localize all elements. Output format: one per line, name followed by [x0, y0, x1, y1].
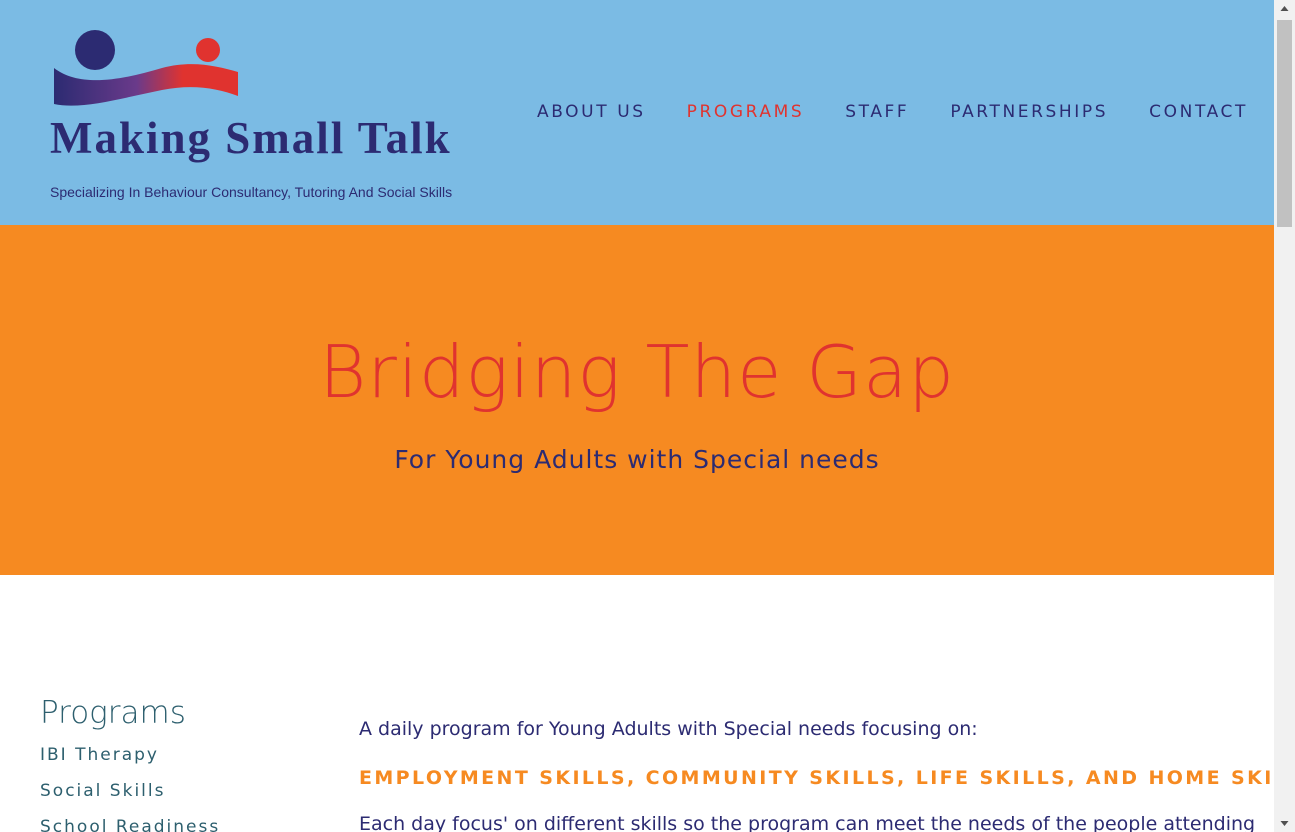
sidebar-link-school-readiness[interactable]: School Readiness: [40, 817, 300, 832]
site-logo[interactable]: Making Small Talk Specializing In Behavi…: [48, 26, 498, 206]
two-figures-wave-logo-icon: [54, 30, 238, 106]
program-intro: A daily program for Young Adults with Sp…: [359, 718, 978, 740]
triangle-down-icon[interactable]: [1274, 814, 1295, 832]
scrollbar-thumb[interactable]: [1277, 20, 1292, 227]
main-nav: ABOUT US PROGRAMS STAFF PARTNERSHIPS CON…: [537, 102, 1248, 122]
nav-about-us[interactable]: ABOUT US: [537, 102, 646, 122]
hero-subtitle: For Young Adults with Special needs: [394, 445, 880, 474]
sidebar-link-ibi-therapy[interactable]: IBI Therapy: [40, 745, 300, 765]
site-header: Making Small Talk Specializing In Behavi…: [0, 0, 1274, 225]
triangle-up-icon[interactable]: [1274, 0, 1295, 18]
page: Making Small Talk Specializing In Behavi…: [0, 0, 1274, 832]
nav-partnerships[interactable]: PARTNERSHIPS: [950, 102, 1108, 122]
hero-title: Bridging The Gap: [319, 330, 955, 414]
sidebar-title: Programs: [40, 695, 186, 731]
sidebar-link-social-skills[interactable]: Social Skills: [40, 781, 300, 801]
nav-contact[interactable]: CONTACT: [1149, 102, 1248, 122]
skills-heading: EMPLOYMENT SKILLS, COMMUNITY SKILLS, LIF…: [359, 767, 1274, 789]
programs-sidebar: Programs IBI Therapy Social Skills Schoo…: [40, 695, 300, 832]
nav-staff[interactable]: STAFF: [845, 102, 909, 122]
logo-title: Making Small Talk: [50, 113, 452, 163]
hero-banner: Bridging The Gap For Young Adults with S…: [0, 225, 1274, 575]
logo-tagline: Specializing In Behaviour Consultancy, T…: [50, 184, 453, 200]
program-content: A daily program for Young Adults with Sp…: [359, 718, 1274, 832]
program-description: Each day focus' on different skills so t…: [359, 813, 1256, 832]
nav-programs[interactable]: PROGRAMS: [687, 102, 805, 122]
vertical-scrollbar[interactable]: [1274, 0, 1295, 832]
